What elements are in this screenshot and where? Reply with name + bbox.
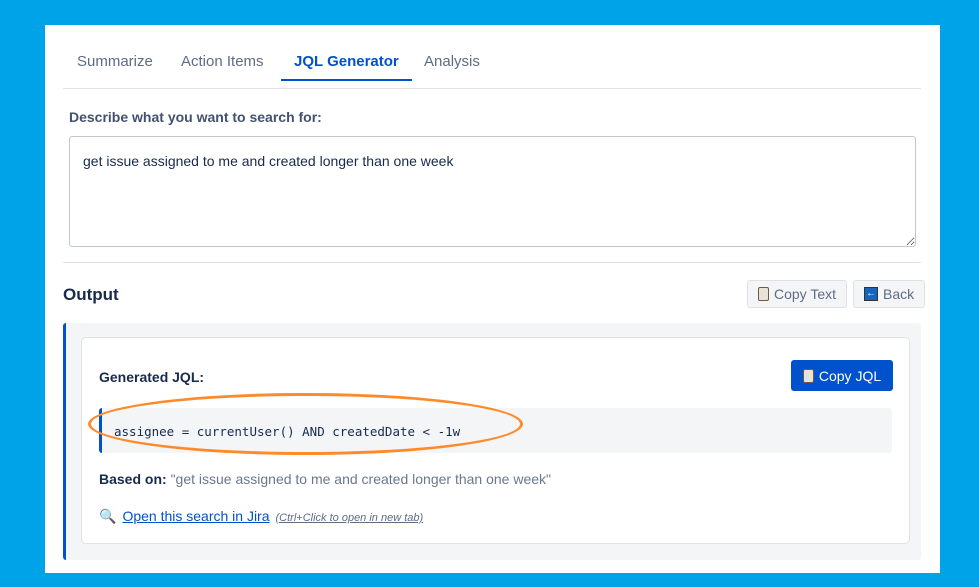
back-arrow-icon: ←: [864, 287, 878, 301]
copy-text-label: Copy Text: [774, 286, 836, 302]
tab-action-items[interactable]: Action Items: [181, 53, 264, 80]
copy-text-button[interactable]: Copy Text: [747, 280, 847, 308]
jql-panel: Summarize Action Items JQL Generator Ana…: [45, 25, 940, 573]
jql-code: assignee = currentUser() AND createdDate…: [99, 408, 892, 453]
prompt-label: Describe what you want to search for:: [69, 109, 322, 125]
back-button[interactable]: ← Back: [853, 280, 926, 308]
magnifier-icon: 🔍: [99, 508, 117, 524]
copy-jql-button[interactable]: Copy JQL: [791, 360, 893, 391]
output-title: Output: [63, 285, 119, 304]
clipboard-icon: [802, 368, 814, 383]
output-box: Generated JQL: Copy JQL assignee = curre…: [63, 323, 921, 560]
copy-jql-label: Copy JQL: [818, 367, 882, 384]
generated-jql-label: Generated JQL:: [99, 369, 205, 385]
based-on-value: "get issue assigned to me and created lo…: [170, 471, 551, 487]
open-in-jira: 🔍 Open this search in Jira (Ctrl+Click to …: [99, 508, 423, 525]
based-on: Based on: "get issue assigned to me and …: [99, 471, 551, 487]
tab-summarize[interactable]: Summarize: [77, 53, 153, 80]
divider: [63, 262, 921, 263]
tab-bar: Summarize Action Items JQL Generator Ana…: [63, 25, 921, 89]
link-hint: (Ctrl+Click to open in new tab): [275, 512, 424, 524]
tab-analysis[interactable]: Analysis: [424, 53, 480, 80]
prompt-input[interactable]: get issue assigned to me and created lon…: [69, 136, 916, 247]
tab-jql-generator[interactable]: JQL Generator: [281, 53, 412, 81]
based-on-label: Based on:: [99, 471, 167, 487]
result-card: Generated JQL: Copy JQL assignee = curre…: [81, 337, 910, 544]
clipboard-icon: [758, 287, 769, 301]
back-label: Back: [883, 286, 915, 302]
open-in-jira-link[interactable]: Open this search in Jira: [122, 508, 269, 524]
